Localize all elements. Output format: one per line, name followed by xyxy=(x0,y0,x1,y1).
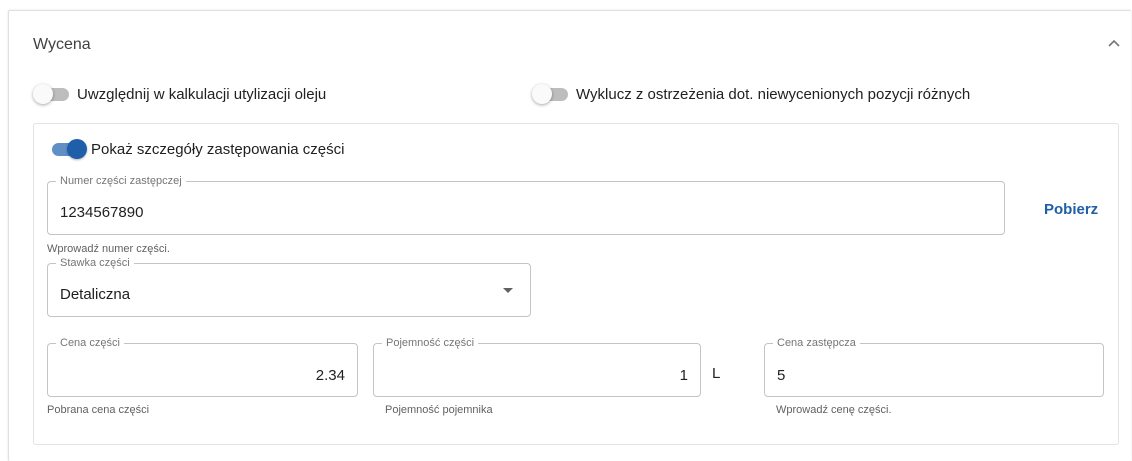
replacement-price-label: Cena zastępcza xyxy=(773,337,860,350)
exclude-warning-label: Wyklucz z ostrzeżenia dot. niewycenionyc… xyxy=(576,85,971,103)
part-capacity-label: Pojemność części xyxy=(382,337,479,350)
chevron-up-icon[interactable] xyxy=(1107,37,1121,51)
show-replacement-label: Pokaż szczegóły zastępowania części xyxy=(91,140,345,158)
part-price-label: Cena części xyxy=(56,337,124,350)
part-price-helper: Pobrana cena części xyxy=(47,404,150,416)
capacity-unit: L xyxy=(712,365,721,382)
section-title: Wycena xyxy=(33,36,91,53)
replacement-part-number-label: Numer części zastępczej xyxy=(56,175,186,188)
oil-disposal-toggle[interactable] xyxy=(33,84,71,104)
show-replacement-toggle-row[interactable]: Pokaż szczegóły zastępowania części xyxy=(47,139,344,159)
oil-disposal-toggle-row[interactable]: Uwzględnij w kalkulacji utylizacji oleju xyxy=(33,84,326,104)
replacement-part-number-value: 1234567890 xyxy=(60,204,144,221)
replacement-price-field[interactable]: Cena zastępcza 5 xyxy=(764,337,1104,397)
part-capacity-helper: Pojemność pojemnika xyxy=(385,404,493,416)
oil-disposal-label: Uwzględnij w kalkulacji utylizacji oleju xyxy=(77,85,327,103)
caret-down-icon[interactable] xyxy=(503,288,513,293)
part-price-field[interactable]: Cena części 2.34 xyxy=(47,337,358,397)
exclude-warning-toggle-row[interactable]: Wyklucz z ostrzeżenia dot. niewycenionyc… xyxy=(532,84,970,104)
part-capacity-value: 1 xyxy=(679,367,688,384)
part-rate-value: Detaliczna xyxy=(60,286,131,303)
part-capacity-field[interactable]: Pojemność części 1 xyxy=(373,337,701,397)
part-rate-label: Stawka części xyxy=(56,257,134,270)
replacement-price-value: 5 xyxy=(777,367,786,384)
show-replacement-toggle[interactable] xyxy=(47,139,87,159)
replacement-part-number-field[interactable]: Numer części zastępczej 1234567890 xyxy=(47,175,1005,235)
fetch-button[interactable]: Pobierz xyxy=(1044,201,1098,218)
part-price-value: 2.34 xyxy=(315,367,345,384)
exclude-warning-toggle[interactable] xyxy=(532,84,570,104)
replacement-price-helper: Wprowadź cenę części. xyxy=(776,404,892,416)
part-rate-select[interactable]: Stawka części Detaliczna xyxy=(47,257,531,317)
replacement-part-helper: Wprowadź numer części. xyxy=(47,243,170,255)
